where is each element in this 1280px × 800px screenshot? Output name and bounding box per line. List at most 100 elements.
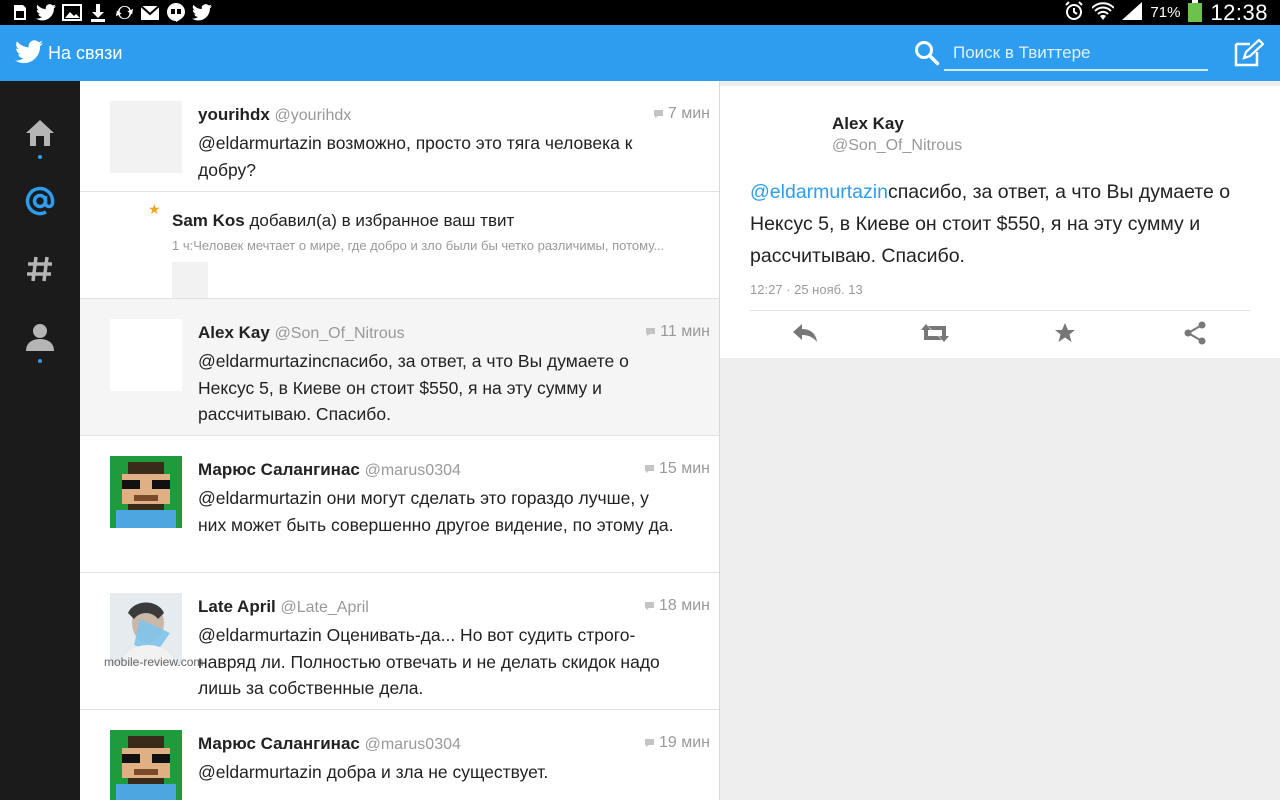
tweet-time-label: 18 мин (658, 597, 710, 614)
favorite-notification[interactable]: ★ Sam Kos добавил(а) в избранное ваш тви… (80, 192, 719, 299)
home-icon (24, 118, 56, 153)
twitter-notification-icon-2 (192, 3, 212, 22)
conversation-icon (644, 465, 654, 473)
reply-button[interactable] (790, 318, 820, 348)
clock: 12:38 (1210, 0, 1268, 25)
tweet-row[interactable]: Марюс Салангинас @marus0304 19 мин @elda… (80, 710, 719, 800)
nav-discover[interactable] (0, 237, 80, 305)
tweet-time: 18 мин (644, 597, 710, 615)
signal-icon (1122, 1, 1143, 24)
favorite-action: добавил(а) в избранное ваш твит (249, 211, 515, 230)
watermark: mobile-review.com (104, 655, 204, 669)
tweet-header: Марюс Салангинас @marus0304 (198, 460, 461, 480)
tweet-author-name[interactable]: Марюс Салангинас (198, 460, 360, 479)
conversation-icon (644, 602, 654, 610)
tweet-time-label: 7 мин (667, 105, 710, 122)
profile-icon (25, 322, 55, 357)
tweet-author-handle: @Son_Of_Nitrous (274, 325, 405, 342)
tweet-text: @eldarmurtazin возможно, просто это тяга… (198, 133, 633, 180)
sim-icon (10, 3, 30, 22)
tweet-author-name[interactable]: Late April (198, 597, 276, 616)
star-icon: ★ (148, 201, 161, 217)
tweet-time: 19 мин (644, 734, 710, 752)
conversation-icon (646, 328, 656, 336)
tweet-row[interactable]: Alex Kay @Son_Of_Nitrous 11 мин @eldarmu… (80, 299, 719, 436)
wifi-icon (1091, 1, 1116, 24)
tweet-time-label: 19 мин (658, 734, 710, 751)
tweet-row[interactable]: yourihdx @yourihdx 7 мин @eldarmurtazin … (80, 81, 719, 192)
alarm-icon (1064, 0, 1084, 25)
retweet-icon (921, 324, 949, 342)
notification-icons (10, 3, 212, 22)
retweet-button[interactable] (920, 318, 950, 348)
hashtag-icon (26, 255, 54, 288)
tweet-author-handle: @marus0304 (364, 462, 461, 479)
share-button[interactable] (1180, 318, 1210, 348)
tweet-text: @eldarmurtazin они могут сделать это гор… (198, 488, 674, 535)
tweet-author-name[interactable]: Alex Kay (198, 323, 270, 342)
conversation-icon (653, 110, 663, 118)
avatar[interactable] (110, 319, 182, 391)
search-input[interactable] (944, 37, 1208, 71)
reply-icon (793, 324, 817, 342)
tweet-header: Alex Kay @Son_Of_Nitrous (198, 323, 405, 343)
left-nav (0, 81, 80, 800)
favorite-user[interactable]: Sam Kos (172, 211, 245, 230)
pixel-avatar-icon (110, 730, 182, 800)
tweet-text: @eldarmurtazin Оценивать-да... Но вот су… (198, 625, 660, 698)
tweet-time-label: 11 мин (660, 323, 710, 340)
twitter-notification-icon (36, 3, 56, 22)
tweet-time: 11 мин (645, 323, 710, 341)
tweet-header: Марюс Салангинас @marus0304 (198, 734, 461, 754)
detail-author-handle: @Son_Of_Nitrous (832, 137, 963, 154)
tweet-time: 15 мин (644, 460, 710, 478)
detail-tweet-text: @eldarmurtazinспасибо, за ответ, а что В… (750, 176, 1250, 272)
mail-icon (140, 3, 160, 22)
twitter-bird-icon[interactable] (15, 40, 43, 64)
avatar[interactable] (110, 456, 182, 528)
detail-mention-link[interactable]: @eldarmurtazin (750, 181, 888, 203)
page-title: На связи (48, 43, 123, 63)
tweet-author-handle: @yourihdx (274, 107, 352, 124)
detail-timestamp: 12:27 · 25 нояб. 13 (750, 282, 863, 297)
tweet-time-label: 15 мин (658, 460, 710, 477)
detail-actions (750, 318, 1250, 350)
timeline: yourihdx @yourihdx 7 мин @eldarmurtazin … (80, 81, 719, 800)
conversation-icon (644, 739, 654, 747)
detail-separator (750, 310, 1250, 311)
status-bar: 71% 12:38 (0, 0, 1280, 25)
pixel-avatar-icon (110, 456, 182, 528)
profile-unread-dot (38, 359, 42, 363)
nav-profile[interactable] (0, 305, 80, 373)
battery-icon (1188, 0, 1203, 26)
sync-icon (114, 3, 134, 22)
avatar[interactable] (110, 730, 182, 800)
share-icon (1184, 321, 1206, 345)
action-bar: На связи (0, 25, 1280, 81)
favorite-preview: 1 ч:Человек мечтает о мире, где добро и … (172, 238, 665, 253)
download-icon (88, 3, 108, 22)
gallery-icon (62, 3, 82, 22)
tweet-row[interactable]: Late April @Late_April 18 мин @eldarmurt… (80, 573, 719, 710)
avatar[interactable] (110, 101, 182, 173)
battery-percent: 71% (1150, 4, 1181, 21)
tweet-text: @eldarmurtazinспасибо, за ответ, а что В… (198, 351, 629, 424)
tweet-author-handle: @marus0304 (364, 736, 461, 753)
favorite-star-icon (1055, 323, 1075, 342)
compose-icon[interactable] (1234, 38, 1265, 67)
tweet-detail-card: Alex Kay @Son_Of_Nitrous @eldarmurtazinс… (720, 86, 1280, 358)
tweet-header: Late April @Late_April (198, 597, 369, 617)
tweet-author-handle: @Late_April (280, 599, 369, 616)
tweet-author-name[interactable]: Марюс Салангинас (198, 734, 360, 753)
at-icon (24, 185, 56, 222)
search-icon[interactable] (914, 40, 940, 66)
tweet-row[interactable]: Марюс Салангинас @marus0304 15 мин @elda… (80, 436, 719, 573)
tweet-author-name[interactable]: yourihdx (198, 105, 270, 124)
favorite-user-thumbnail[interactable] (172, 262, 208, 298)
nav-mentions[interactable] (0, 169, 80, 237)
detail-author-name[interactable]: Alex Kay (832, 114, 904, 134)
nav-home[interactable] (0, 101, 80, 169)
tweet-header: yourihdx @yourihdx (198, 105, 351, 125)
system-status: 71% 12:38 (1064, 0, 1268, 25)
favorite-button[interactable] (1050, 318, 1080, 348)
